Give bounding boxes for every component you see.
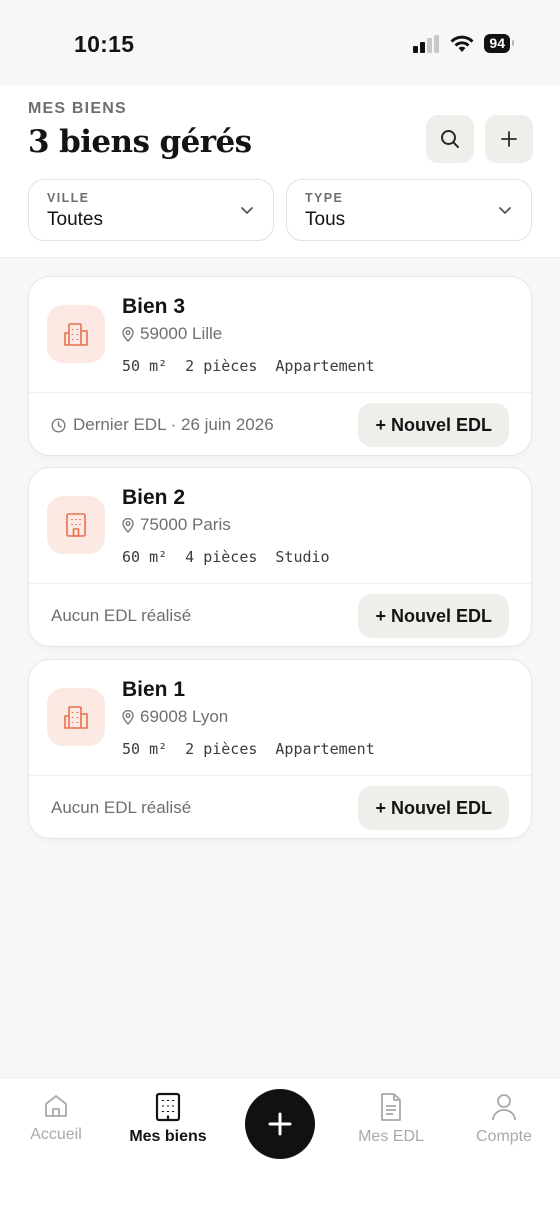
property-type: Appartement <box>275 740 375 758</box>
search-button[interactable] <box>426 115 474 163</box>
edl-status-text: Aucun EDL réalisé <box>51 606 192 625</box>
apartment-building-icon <box>64 706 88 729</box>
property-area: 60 m² <box>122 548 168 566</box>
property-name: Bien 3 <box>122 295 186 318</box>
property-card[interactable]: Bien 2 75000 Paris 60 m² 4 pièces Studio… <box>28 467 532 647</box>
page-title: 3 biens gérés <box>28 124 252 160</box>
property-name: Bien 1 <box>122 678 186 701</box>
tab-mes-edl[interactable]: Mes EDL <box>336 1092 446 1146</box>
clock-icon <box>51 417 66 433</box>
status-icons: 94 <box>412 34 514 53</box>
property-specs: 50 m² 2 pièces Appartement <box>122 740 375 758</box>
location-pin-icon <box>122 709 134 725</box>
page-header: MES BIENS 3 biens gérés VILLE Toutes TYP… <box>0 86 560 258</box>
edl-status: Aucun EDL réalisé <box>51 798 191 818</box>
property-postcode-city: 59000 Lille <box>140 324 223 343</box>
new-edl-fab[interactable] <box>245 1089 315 1159</box>
document-icon <box>381 1093 401 1121</box>
card-divider <box>29 583 531 584</box>
filter-label: TYPE <box>305 191 344 205</box>
plus-icon <box>268 1112 292 1136</box>
property-rooms: 2 pièces <box>185 357 258 375</box>
property-area: 50 m² <box>122 357 168 375</box>
property-postcode-city: 69008 Lyon <box>140 707 229 726</box>
edl-status-text: Dernier EDL · 26 juin 2026 <box>73 415 274 434</box>
property-card[interactable]: Bien 1 69008 Lyon 50 m² 2 pièces Apparte… <box>28 659 532 839</box>
tab-mes-biens[interactable]: Mes biens <box>113 1092 223 1146</box>
tab-label: Mes EDL <box>358 1128 424 1145</box>
tab-label: Accueil <box>30 1126 82 1143</box>
chevron-down-icon <box>241 207 253 214</box>
edl-status: Dernier EDL · 26 juin 2026 <box>51 415 274 435</box>
add-property-button[interactable] <box>485 115 533 163</box>
property-postcode-city: 75000 Paris <box>140 515 231 534</box>
property-specs: 60 m² 4 pièces Studio <box>122 548 330 566</box>
user-icon <box>492 1094 516 1121</box>
type-filter[interactable]: TYPE Tous <box>286 179 532 241</box>
edl-status-text: Aucun EDL réalisé <box>51 798 192 817</box>
property-area: 50 m² <box>122 740 168 758</box>
search-icon <box>441 130 459 148</box>
bottom-tab-bar: Accueil Mes biens Mes EDL Compte <box>0 1077 560 1217</box>
tab-compte[interactable]: Compte <box>449 1092 559 1146</box>
tab-accueil[interactable]: Accueil <box>1 1092 111 1144</box>
card-divider <box>29 392 531 393</box>
apartment-building-icon <box>64 323 88 346</box>
status-bar: 10:15 94 <box>0 0 560 86</box>
filter-value: Tous <box>305 209 346 230</box>
signal-icon <box>413 34 440 53</box>
filter-label: VILLE <box>47 191 90 205</box>
wifi-icon <box>450 35 474 52</box>
edl-status: Aucun EDL réalisé <box>51 606 191 626</box>
property-name: Bien 2 <box>122 486 186 509</box>
property-icon-badge <box>47 688 105 746</box>
property-icon-badge <box>47 496 105 554</box>
status-time: 10:15 <box>74 31 135 57</box>
new-edl-button[interactable]: + Nouvel EDL <box>358 594 509 638</box>
location-pin-icon <box>122 517 134 533</box>
property-location: 59000 Lille <box>122 324 222 344</box>
new-edl-button[interactable]: + Nouvel EDL <box>358 786 509 830</box>
tab-label: Compte <box>475 1128 533 1145</box>
card-divider <box>29 775 531 776</box>
property-icon-badge <box>47 305 105 363</box>
home-icon <box>45 1095 67 1117</box>
studio-building-icon <box>66 513 86 537</box>
property-type: Studio <box>275 548 330 566</box>
property-location: 69008 Lyon <box>122 707 228 727</box>
property-card[interactable]: Bien 3 59000 Lille 50 m² 2 pièces Appart… <box>28 276 532 456</box>
battery-indicator: 94 <box>484 34 514 53</box>
property-type: Appartement <box>275 357 375 375</box>
building-icon <box>155 1092 181 1122</box>
plus-icon <box>501 131 517 147</box>
property-rooms: 4 pièces <box>185 548 258 566</box>
filter-value: Toutes <box>47 209 103 230</box>
tab-label: Mes biens <box>129 1128 207 1145</box>
chevron-down-icon <box>499 207 511 214</box>
property-location: 75000 Paris <box>122 515 231 535</box>
property-specs: 50 m² 2 pièces Appartement <box>122 357 375 375</box>
location-pin-icon <box>122 326 134 342</box>
new-edl-button[interactable]: + Nouvel EDL <box>358 403 509 447</box>
page-eyebrow: MES BIENS <box>28 100 127 117</box>
property-rooms: 2 pièces <box>185 740 258 758</box>
city-filter[interactable]: VILLE Toutes <box>28 179 274 241</box>
